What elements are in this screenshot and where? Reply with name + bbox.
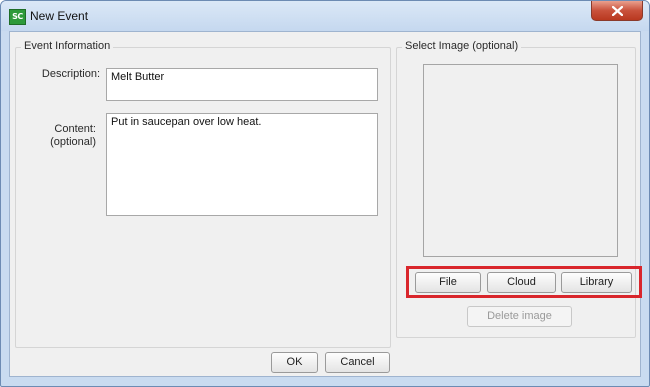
image-preview bbox=[423, 64, 618, 257]
event-information-group: Event Information Description: Melt Butt… bbox=[15, 40, 391, 348]
content-optional-label: (optional) bbox=[50, 136, 96, 148]
ok-button[interactable]: OK bbox=[271, 352, 318, 373]
close-icon bbox=[612, 6, 623, 16]
window-title: New Event bbox=[30, 9, 89, 23]
title-bar[interactable]: SC New Event bbox=[1, 1, 649, 31]
highlight-box bbox=[406, 266, 642, 298]
dialog-body: Event Information Description: Melt Butt… bbox=[9, 31, 642, 377]
app-icon: SC bbox=[9, 9, 26, 25]
cancel-button[interactable]: Cancel bbox=[325, 352, 390, 373]
description-field[interactable]: Melt Butter bbox=[106, 68, 378, 101]
select-image-title: Select Image (optional) bbox=[402, 40, 522, 52]
content-field[interactable]: Put in saucepan over low heat. bbox=[106, 113, 378, 216]
content-label: Content: bbox=[54, 123, 96, 135]
event-information-title: Event Information bbox=[21, 40, 114, 52]
description-label: Description: bbox=[41, 68, 100, 80]
delete-image-button[interactable]: Delete image bbox=[467, 306, 572, 327]
close-button[interactable] bbox=[591, 1, 643, 21]
new-event-dialog: SC New Event Event Information Descripti… bbox=[0, 0, 650, 387]
